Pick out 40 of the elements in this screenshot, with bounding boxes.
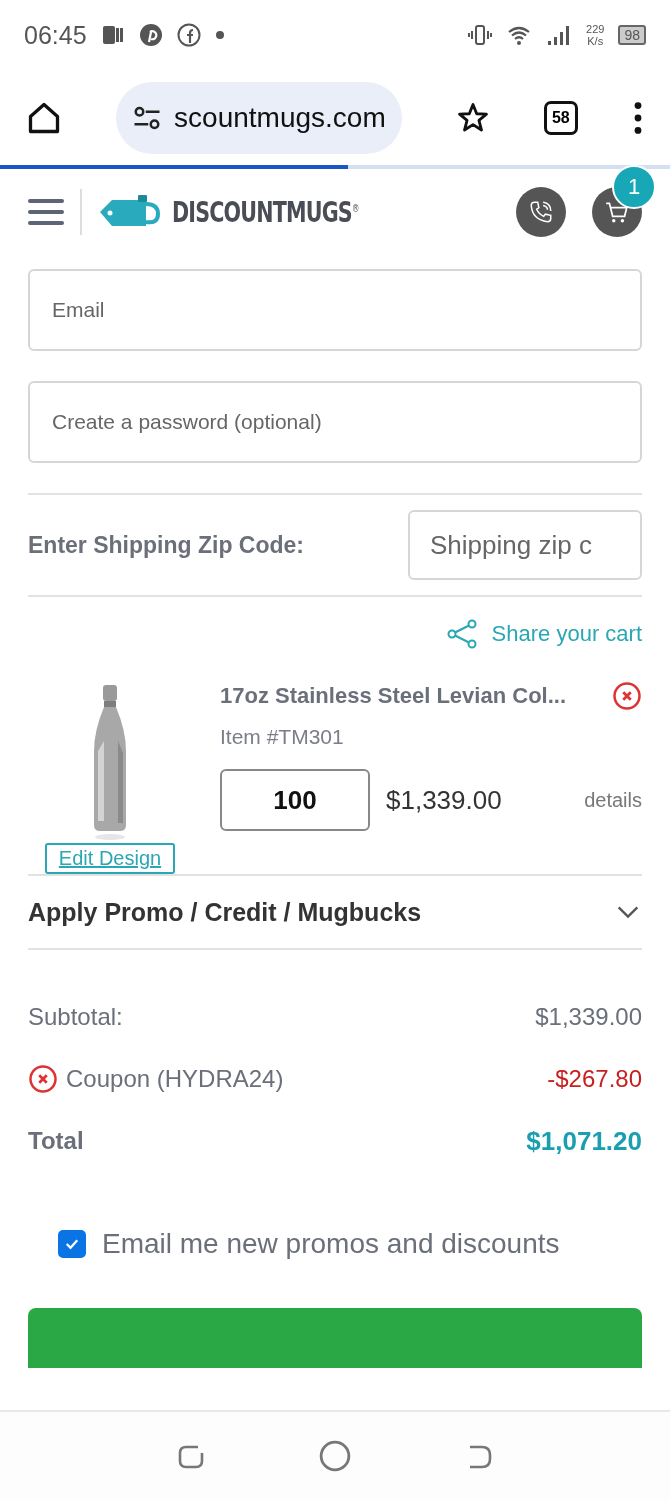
- total-label: Coupon (HYDRA24): [66, 1065, 284, 1093]
- remove-icon[interactable]: [612, 681, 642, 711]
- password-field[interactable]: Create a password (optional): [28, 381, 642, 463]
- total-value: -$267.80: [547, 1065, 642, 1093]
- total-label: Subtotal:: [28, 1003, 123, 1031]
- product-title[interactable]: 17oz Stainless Steel Levian Col...: [220, 683, 567, 709]
- bookmark-star-icon[interactable]: [455, 100, 490, 135]
- vibrate-icon: [468, 23, 493, 47]
- network-unit: K/s: [587, 35, 604, 47]
- shipping-zip-field[interactable]: Shipping zip c: [408, 510, 642, 580]
- total-label: Total: [28, 1127, 84, 1155]
- pinterest-icon: [138, 23, 163, 47]
- battery-indicator: 98: [618, 25, 646, 45]
- newsletter-checkbox[interactable]: [58, 1230, 86, 1258]
- site-logo[interactable]: DISCOUNTMUGS$^{®}$: [172, 195, 359, 229]
- details-link[interactable]: details: [584, 788, 642, 812]
- total-value: $1,071.20: [526, 1125, 642, 1157]
- item-price: $1,339.00: [386, 784, 502, 816]
- phone-icon: [528, 199, 554, 225]
- cart-count-badge: 1: [612, 165, 656, 209]
- newsletter-label: Email me new promos and discounts: [102, 1228, 560, 1260]
- shipping-zip-label: Enter Shipping Zip Code:: [28, 531, 304, 559]
- dot-icon: [214, 30, 225, 40]
- quantity-field[interactable]: 100: [220, 769, 370, 831]
- phone-button[interactable]: [516, 187, 566, 237]
- item-number: Item #TM301: [220, 725, 345, 749]
- share-icon: [445, 619, 478, 649]
- network-speed: 229: [586, 23, 605, 35]
- status-time: 06:45: [24, 20, 87, 50]
- checkout-button[interactable]: [28, 1308, 642, 1368]
- promo-toggle[interactable]: Apply Promo / Credit / Mugbucks: [28, 876, 642, 948]
- facebook-icon: [176, 23, 201, 47]
- app-notification-icon: [100, 23, 125, 47]
- tab-count-button[interactable]: 58: [543, 100, 578, 135]
- cart-icon: [604, 199, 630, 225]
- address-bar[interactable]: scountmugs.com: [116, 81, 402, 154]
- home-button-icon[interactable]: [319, 1440, 351, 1472]
- remove-coupon-icon[interactable]: [28, 1064, 58, 1094]
- email-field[interactable]: Email: [28, 269, 642, 351]
- total-value: $1,339.00: [535, 1003, 642, 1031]
